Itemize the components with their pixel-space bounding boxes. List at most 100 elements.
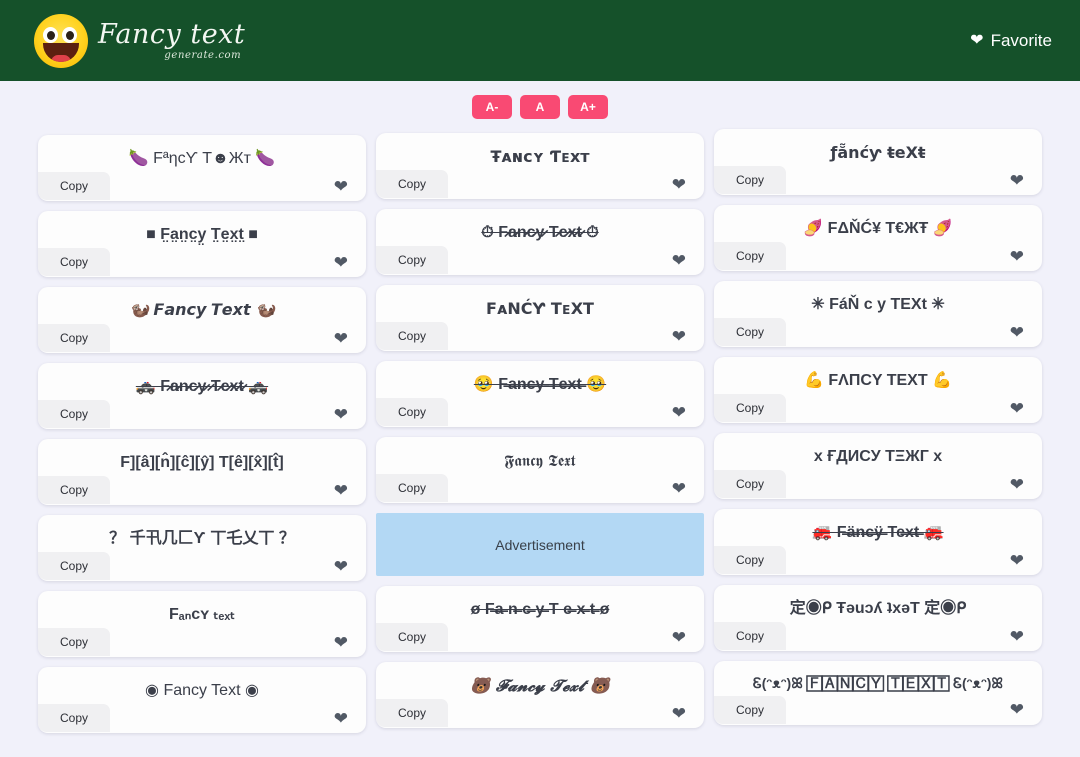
copy-button[interactable]: Copy bbox=[714, 242, 787, 270]
fancy-text-preview: ？ 千卂几匚Ƴ 丅乇乂丅 ？ bbox=[109, 530, 295, 547]
fancy-text-card: Ŧᴀɴcʏ Ƭᴇxᴛ Copy ❤ bbox=[376, 133, 704, 199]
heart-icon[interactable]: ❤ bbox=[334, 710, 348, 727]
fancy-text-preview: Fₐₙᴄʏ ₜₑₓₜ bbox=[169, 606, 235, 623]
brand-title: Fancy text bbox=[98, 18, 246, 50]
heart-icon[interactable]: ❤ bbox=[1010, 476, 1024, 493]
copy-button[interactable]: Copy bbox=[714, 695, 787, 724]
brand-text: Fancy text generate.com bbox=[98, 21, 245, 61]
card-footer: Copy ❤ bbox=[376, 397, 704, 427]
card-footer: Copy ❤ bbox=[376, 245, 704, 275]
heart-icon[interactable]: ❤ bbox=[672, 705, 686, 722]
heart-icon[interactable]: ❤ bbox=[334, 178, 348, 195]
heart-icon[interactable]: ❤ bbox=[334, 254, 348, 271]
card-footer: Copy ❤ bbox=[38, 171, 366, 201]
copy-button[interactable]: Copy bbox=[376, 170, 449, 198]
advertisement-slot[interactable]: Advertisement bbox=[376, 513, 704, 576]
fancy-text-grid: 🍆 FªηcƳ T☻Жт 🍆 Copy ❤ ■ F̤a̤n̤c̤y̤ T̤e̤x̤t̤… bbox=[0, 129, 1080, 757]
copy-button[interactable]: Copy bbox=[376, 246, 449, 274]
copy-button[interactable]: Copy bbox=[38, 628, 111, 656]
card-footer: Copy ❤ bbox=[714, 469, 1042, 499]
fancy-text-card: 🐻 𝓕𝓪𝓷𝓬𝔂 𝓣𝓮𝔁𝓽 🐻 Copy ❤ bbox=[376, 662, 704, 728]
heart-icon[interactable]: ❤ bbox=[672, 176, 686, 193]
copy-button[interactable]: Copy bbox=[38, 172, 111, 200]
card-footer: Copy ❤ bbox=[376, 473, 704, 503]
fancy-text-preview: F][â][n̂][ĉ][ŷ] T[ê][x̂][t̂] bbox=[120, 454, 284, 471]
font-size-increase-button[interactable]: A+ bbox=[568, 95, 608, 119]
fancy-text-card: 定◉ᑭ Ŧǝuɔʎ ʇxǝT 定◉ᑭ Copy ❤ bbox=[714, 585, 1042, 651]
fancy-text-card: ø F̶a̶ n̶ c̶ y̶ T e̶ x̶ t̶ ø Copy ❤ bbox=[376, 586, 704, 652]
heart-icon[interactable]: ❤ bbox=[1010, 172, 1024, 189]
heart-icon[interactable]: ❤ bbox=[672, 404, 686, 421]
grid-column-2: Ŧᴀɴcʏ Ƭᴇxᴛ Copy ❤ ⏱ F̷a̷n̷c̷y̷ T̷e̷x̷t̷ ⏱ Co… bbox=[376, 133, 704, 738]
copy-button[interactable]: Copy bbox=[376, 623, 449, 651]
heart-icon[interactable]: ❤ bbox=[672, 252, 686, 269]
fancy-text-card: 🦦 𝙁𝙖𝙣𝙘𝙮 𝙏𝙚𝙭𝙩 🦦 Copy ❤ bbox=[38, 287, 366, 353]
fancy-text-card: ◉ Fancy Text ◉ Copy ❤ bbox=[38, 667, 366, 733]
card-footer: Copy ❤ bbox=[38, 703, 366, 733]
card-footer: Copy ❤ bbox=[376, 321, 704, 351]
fancy-text-preview: ⏱ F̷a̷n̷c̷y̷ T̷e̷x̷t̷ ⏱ bbox=[481, 224, 599, 241]
copy-button[interactable]: Copy bbox=[38, 248, 111, 276]
copy-button[interactable]: Copy bbox=[376, 699, 449, 727]
card-footer: Copy ❤ bbox=[38, 399, 366, 429]
card-footer: Copy ❤ bbox=[376, 698, 704, 728]
heart-icon[interactable]: ❤ bbox=[334, 558, 348, 575]
heart-icon[interactable]: ❤ bbox=[334, 330, 348, 347]
heart-icon[interactable]: ❤ bbox=[1010, 552, 1024, 569]
fancy-text-card: 🥹 F̶a̶n̶c̶y̶ ̶T̶e̶x̶t̶ 🥹 Copy ❤ bbox=[376, 361, 704, 427]
copy-button[interactable]: Copy bbox=[38, 324, 111, 352]
heart-icon[interactable]: ❤ bbox=[1010, 701, 1024, 718]
heart-icon[interactable]: ❤ bbox=[672, 629, 686, 646]
fancy-text-preview: 🚓 F̷a̷n̷c̷y̷ ̷T̷e̷x̷t̷ 🚓 bbox=[135, 378, 269, 395]
grid-column-3: ƒẵnćƴ ŧeXŧ Copy ❤ 🍠 FΔŇĆ¥ T€ЖŦ 🍠 Copy ❤ ✳ FáŇ … bbox=[714, 129, 1042, 735]
heart-icon[interactable]: ❤ bbox=[334, 406, 348, 423]
copy-button[interactable]: Copy bbox=[376, 474, 449, 502]
card-footer: Copy ❤ bbox=[714, 165, 1042, 195]
card-footer: Copy ❤ bbox=[714, 317, 1042, 347]
fancy-text-preview: ◉ Fancy Text ◉ bbox=[145, 682, 259, 699]
favorite-link[interactable]: ❤ Favorite bbox=[970, 31, 1052, 51]
font-size-reset-button[interactable]: A bbox=[520, 95, 560, 119]
fancy-text-preview: 💪 FΛПCY TEXT 💪 bbox=[804, 372, 952, 389]
copy-button[interactable]: Copy bbox=[38, 704, 111, 732]
fancy-text-preview: 🚒 F̶ä̶n̶c̶ÿ̶ Te̶x̶t̶ 🚒 bbox=[812, 524, 944, 541]
heart-icon[interactable]: ❤ bbox=[672, 328, 686, 345]
copy-button[interactable]: Copy bbox=[376, 322, 449, 350]
fancy-text-preview: ✳ FáŇ c y TEXt ✳ bbox=[811, 296, 945, 313]
heart-icon[interactable]: ❤ bbox=[672, 480, 686, 497]
heart-icon[interactable]: ❤ bbox=[1010, 400, 1024, 417]
brand[interactable]: Fancy text generate.com bbox=[34, 13, 245, 68]
copy-button[interactable]: Copy bbox=[38, 476, 111, 504]
fancy-text-card: 𝕱𝖆𝖓𝖈𝖞 𝕿𝖊𝖝𝖙 Copy ❤ bbox=[376, 437, 704, 503]
fancy-text-card: 🚒 F̶ä̶n̶c̶ÿ̶ Te̶x̶t̶ 🚒 Copy ❤ bbox=[714, 509, 1042, 575]
heart-icon[interactable]: ❤ bbox=[1010, 324, 1024, 341]
card-footer: Copy ❤ bbox=[714, 621, 1042, 651]
heart-icon[interactable]: ❤ bbox=[334, 482, 348, 499]
fancy-text-card: ⏱ F̷a̷n̷c̷y̷ T̷e̷x̷t̷ ⏱ Copy ❤ bbox=[376, 209, 704, 275]
grid-column-1: 🍆 FªηcƳ T☻Жт 🍆 Copy ❤ ■ F̤a̤n̤c̤y̤ T̤e̤x̤t̤… bbox=[38, 135, 366, 743]
favorite-label: Favorite bbox=[990, 30, 1052, 50]
heart-icon[interactable]: ❤ bbox=[334, 634, 348, 651]
fancy-text-card: Fₐₙᴄʏ ₜₑₓₜ Copy ❤ bbox=[38, 591, 366, 657]
copy-button[interactable]: Copy bbox=[714, 166, 787, 194]
copy-button[interactable]: Copy bbox=[38, 400, 111, 428]
copy-button[interactable]: Copy bbox=[38, 552, 111, 580]
card-footer: Copy ❤ bbox=[38, 323, 366, 353]
heart-icon: ❤ bbox=[970, 31, 984, 49]
fancy-text-card: F][â][n̂][ĉ][ŷ] T[ê][x̂][t̂] Copy ❤ bbox=[38, 439, 366, 505]
copy-button[interactable]: Copy bbox=[714, 318, 787, 346]
fancy-text-card: 🍠 FΔŇĆ¥ T€ЖŦ 🍠 Copy ❤ bbox=[714, 205, 1042, 271]
copy-button[interactable]: Copy bbox=[714, 470, 787, 498]
smiley-face-logo-icon bbox=[34, 13, 88, 68]
logo-eye-right bbox=[62, 26, 77, 43]
copy-button[interactable]: Copy bbox=[714, 394, 787, 422]
card-footer: Copy ❤ bbox=[38, 475, 366, 505]
font-size-decrease-button[interactable]: A- bbox=[472, 95, 512, 119]
copy-button[interactable]: Copy bbox=[714, 622, 787, 650]
fancy-text-preview: 𝕱𝖆𝖓𝖈𝖞 𝕿𝖊𝖝𝖙 bbox=[504, 451, 576, 470]
fancy-text-preview: 定◉ᑭ Ŧǝuɔʎ ʇxǝT 定◉ᑭ bbox=[789, 600, 967, 617]
copy-button[interactable]: Copy bbox=[714, 546, 787, 574]
copy-button[interactable]: Copy bbox=[376, 398, 449, 426]
heart-icon[interactable]: ❤ bbox=[1010, 248, 1024, 265]
heart-icon[interactable]: ❤ bbox=[1010, 628, 1024, 645]
